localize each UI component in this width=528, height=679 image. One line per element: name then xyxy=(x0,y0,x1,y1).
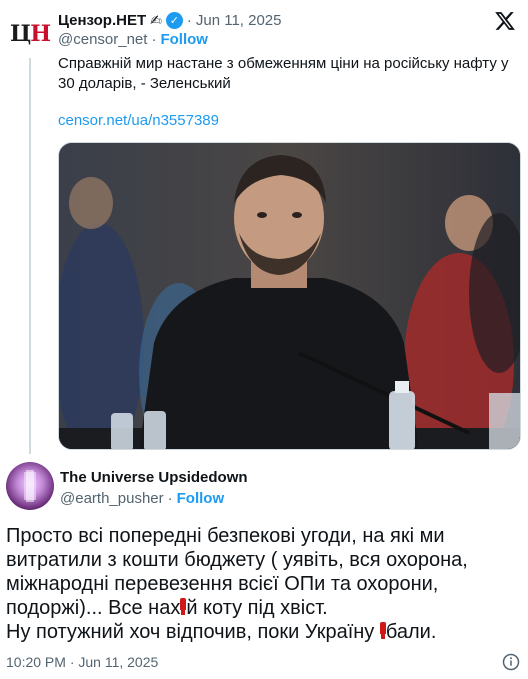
verified-badge-icon: ✓ xyxy=(165,11,183,29)
avatar-image xyxy=(24,470,36,502)
photo-illustration xyxy=(59,143,520,449)
avatar-logo-letter: Н xyxy=(30,21,51,47)
handle-row: @earth_pusher · Follow xyxy=(60,490,224,507)
tweet-photo[interactable] xyxy=(58,142,521,450)
handle[interactable]: @earth_pusher xyxy=(60,490,164,507)
reply-timestamp[interactable]: 10:20 PM · Jun 11, 2025 xyxy=(6,654,158,670)
tweet-text: Справжній мир настане з обмеженням ціни … xyxy=(58,55,509,92)
separator-dot: · xyxy=(151,31,157,48)
reply-header: The Universe Upsidedown xyxy=(60,469,248,486)
separator-dot: · xyxy=(186,11,192,29)
tweet-date[interactable]: Jun 11, 2025 xyxy=(196,12,282,29)
quoted-tweet-header: Цензор.НЕТ ✍ ✓ · Jun 11, 2025 xyxy=(58,10,282,30)
follow-button[interactable]: Follow xyxy=(177,490,225,507)
reply-line: Ну потужний хоч відпочив, поки Україну б… xyxy=(6,620,522,644)
display-name[interactable]: The Universe Upsidedown xyxy=(60,469,248,486)
article-link[interactable]: censor.net/ua/n3557389 xyxy=(58,112,219,129)
reply-line: витратили з кошти бюджету ( уявіть, вся … xyxy=(6,549,468,571)
reply-text: Просто всі попередні безпекові угоди, на… xyxy=(6,524,522,644)
reply-text-fragment: подоржі)... Все нах xyxy=(6,597,181,619)
reply-avatar[interactable] xyxy=(6,462,54,510)
censor-mark-icon xyxy=(180,598,187,616)
avatar[interactable]: ЦН xyxy=(8,12,52,56)
reply-line: Просто всі попередні безпекові угоди, на… xyxy=(6,525,445,547)
handle-row: @censor_net · Follow xyxy=(58,31,208,48)
reply-line: подоржі)... Все нах й коту під хвіст. xyxy=(6,596,522,620)
x-logo-icon[interactable] xyxy=(494,10,516,32)
reply-text-fragment: Ну потужний хоч відпочив, поки Україну xyxy=(6,621,380,643)
reply-text-fragment: й коту під хвіст. xyxy=(186,597,328,619)
censor-mark-icon xyxy=(379,622,386,640)
follow-button[interactable]: Follow xyxy=(160,31,208,48)
handle[interactable]: @censor_net xyxy=(58,31,147,48)
info-icon[interactable] xyxy=(502,653,520,671)
writing-hand-emoji: ✍ xyxy=(150,11,162,28)
thread-line xyxy=(29,58,31,454)
display-name[interactable]: Цензор.НЕТ xyxy=(58,12,146,29)
reply-line: міжнародні перевезення всієї ОПи та охор… xyxy=(6,573,439,595)
reply-text-fragment: бали. xyxy=(385,621,437,643)
avatar-logo-letter: Ц xyxy=(9,21,31,47)
separator-dot: · xyxy=(167,490,173,507)
